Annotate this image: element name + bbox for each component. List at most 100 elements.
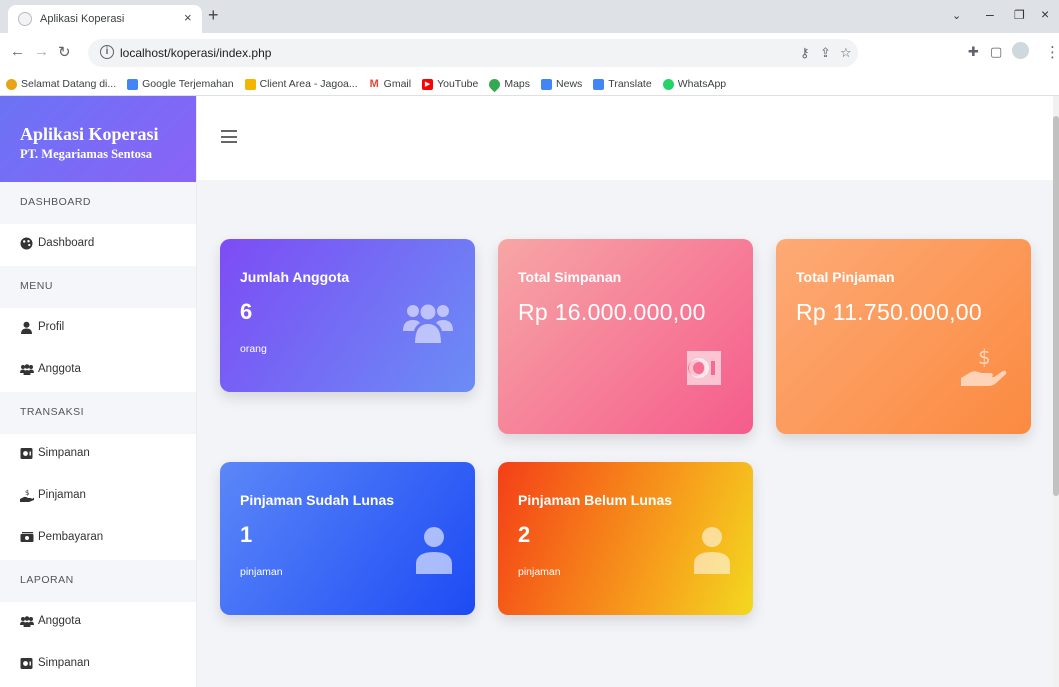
new-tab-button[interactable]: + xyxy=(208,5,219,26)
sidebar-item-label: Profil xyxy=(38,321,65,333)
bookmark-item[interactable]: Selamat Datang di... xyxy=(6,78,116,90)
hand-holding-dollar-icon: $ xyxy=(20,489,34,502)
close-window-icon[interactable]: × xyxy=(1041,6,1049,22)
browser-tab[interactable]: Aplikasi Koperasi × xyxy=(8,5,202,33)
sidebar-item-label: Anggota xyxy=(38,615,81,627)
card-label: Total Pinjaman xyxy=(796,269,895,285)
bookmark-item[interactable]: ▶ YouTube xyxy=(422,78,478,90)
safe-icon xyxy=(20,447,33,460)
page-scrollbar[interactable] xyxy=(1053,96,1059,687)
user-icon xyxy=(694,527,730,574)
card-value: Rp 16.000.000,00 xyxy=(518,299,706,325)
card-label: Jumlah Anggota xyxy=(240,269,350,285)
restore-icon[interactable]: ❐ xyxy=(1014,8,1025,22)
key-icon[interactable]: ⚷ xyxy=(800,45,810,61)
menu-dots-icon[interactable]: ⋮ xyxy=(1045,43,1059,61)
browser-toolbar: ← → ↻ i localhost/koperasi/index.php ⚷ ⇪… xyxy=(0,33,1059,73)
bookmark-label: Selamat Datang di... xyxy=(21,78,117,90)
card-value: 1 xyxy=(240,522,253,547)
extensions-icon[interactable]: ✚ xyxy=(968,44,979,60)
browser-tab-strip: Aplikasi Koperasi × + ⌄ – ❐ × xyxy=(0,0,1059,33)
brand-subtitle: PT. Megariamas Sentosa xyxy=(20,147,153,161)
safe-icon xyxy=(687,351,721,385)
hand-holding-dollar-icon: $ xyxy=(961,345,1007,386)
reload-icon[interactable]: ↻ xyxy=(58,43,71,61)
tab-search-icon[interactable]: ⌄ xyxy=(952,9,961,22)
brand-header[interactable]: Aplikasi Koperasi PT. Megariamas Sentosa xyxy=(0,96,196,182)
user-icon xyxy=(20,321,33,334)
gmail-icon: M xyxy=(368,77,380,90)
bookmark-label: YouTube xyxy=(437,78,479,90)
tab-close-icon[interactable]: × xyxy=(184,10,192,25)
bookmark-item[interactable]: M Gmail xyxy=(368,77,412,90)
url-text[interactable]: localhost/koperasi/index.php xyxy=(120,46,271,60)
user-icon xyxy=(416,527,452,574)
tab-favicon-icon xyxy=(18,12,32,26)
safe-icon xyxy=(20,657,33,670)
sidebar-item-label: Simpanan xyxy=(38,447,90,459)
bookmark-label: News xyxy=(556,78,583,90)
bookmark-star-icon[interactable]: ☆ xyxy=(840,45,852,61)
bookmark-item[interactable]: WhatsApp xyxy=(662,78,727,90)
sidebar-item-dashboard[interactable]: Dashboard xyxy=(0,224,196,266)
sidebar-item-label: Anggota xyxy=(38,363,81,375)
bookmark-label: Translate xyxy=(608,78,652,90)
sidebar-item-pinjaman[interactable]: $ Pinjaman xyxy=(0,476,196,518)
back-icon[interactable]: ← xyxy=(10,43,25,60)
card-value: Rp 11.750.000,00 xyxy=(796,299,982,325)
forward-icon[interactable]: → xyxy=(34,43,49,60)
jagoan-icon xyxy=(244,78,256,90)
card-label: Pinjaman Sudah Lunas xyxy=(240,492,395,508)
card-value: 6 xyxy=(240,299,253,324)
sidebar-item-simpanan[interactable]: Simpanan xyxy=(0,434,196,476)
sidebar-item-label: Simpanan xyxy=(38,657,90,669)
bookmarks-bar: Selamat Datang di... Google Terjemahan C… xyxy=(0,73,1059,96)
card-total-simpanan: Total Simpanan Rp 16.000.000,00 xyxy=(498,239,753,434)
sidebar: Aplikasi Koperasi PT. Megariamas Sentosa… xyxy=(0,96,197,687)
card-pinjaman-sudah-lunas: Pinjaman Sudah Lunas 1 pinjaman xyxy=(220,462,475,615)
section-heading-menu: MENU xyxy=(0,266,196,308)
maps-pin-icon xyxy=(487,76,503,92)
profile-avatar[interactable] xyxy=(1012,42,1029,59)
bookmark-label: WhatsApp xyxy=(677,78,727,90)
whatsapp-icon xyxy=(662,78,674,90)
card-label: Pinjaman Belum Lunas xyxy=(518,492,673,508)
sidebar-item-profil[interactable]: Profil xyxy=(0,308,196,350)
bookmark-label: Gmail xyxy=(383,78,412,90)
sidebar-item-anggota[interactable]: Anggota xyxy=(0,350,196,392)
translate-icon xyxy=(127,78,139,90)
card-pinjaman-belum-lunas: Pinjaman Belum Lunas 2 pinjaman xyxy=(498,462,753,615)
sidebar-item-label: Pinjaman xyxy=(38,489,86,501)
bookmark-item[interactable]: News xyxy=(541,78,582,90)
svg-text:$: $ xyxy=(978,345,991,369)
hamburger-menu-icon[interactable] xyxy=(221,130,237,143)
address-bar[interactable]: i localhost/koperasi/index.php ⚷ ⇪ ☆ xyxy=(88,39,858,67)
bookmark-favicon-icon xyxy=(6,78,17,90)
tab-title: Aplikasi Koperasi xyxy=(40,13,125,25)
youtube-icon: ▶ xyxy=(422,78,434,90)
users-icon xyxy=(20,363,34,376)
svg-text:$: $ xyxy=(25,489,29,497)
sidebar-item-label: Pembayaran xyxy=(38,531,104,543)
bookmark-item[interactable]: Google Terjemahan xyxy=(127,78,234,90)
money-bill-icon xyxy=(20,531,34,544)
sidebar-item-laporan-anggota[interactable]: Anggota xyxy=(0,602,196,644)
card-value: 2 xyxy=(518,522,531,547)
side-panel-icon[interactable]: ▢ xyxy=(990,44,1002,60)
sidebar-item-laporan-simpanan[interactable]: Simpanan xyxy=(0,644,196,686)
share-icon[interactable]: ⇪ xyxy=(820,45,831,61)
brand-title: Aplikasi Koperasi xyxy=(20,124,159,144)
card-jumlah-anggota: Jumlah Anggota 6 orang xyxy=(220,239,475,392)
bookmark-item[interactable]: Client Area - Jagoa... xyxy=(244,78,358,90)
minimize-icon[interactable]: – xyxy=(986,6,994,22)
bookmark-item[interactable]: Maps xyxy=(487,76,530,92)
scrollbar-thumb[interactable] xyxy=(1053,116,1059,496)
app-viewport: Aplikasi Koperasi PT. Megariamas Sentosa… xyxy=(0,96,1059,687)
sidebar-item-pembayaran[interactable]: Pembayaran xyxy=(0,518,196,560)
card-unit: pinjaman xyxy=(518,566,561,578)
bookmark-item[interactable]: Translate xyxy=(593,78,652,90)
palette-icon xyxy=(20,237,33,250)
card-unit: orang xyxy=(240,343,267,355)
top-navbar xyxy=(197,96,1059,180)
site-info-icon[interactable]: i xyxy=(100,45,114,59)
